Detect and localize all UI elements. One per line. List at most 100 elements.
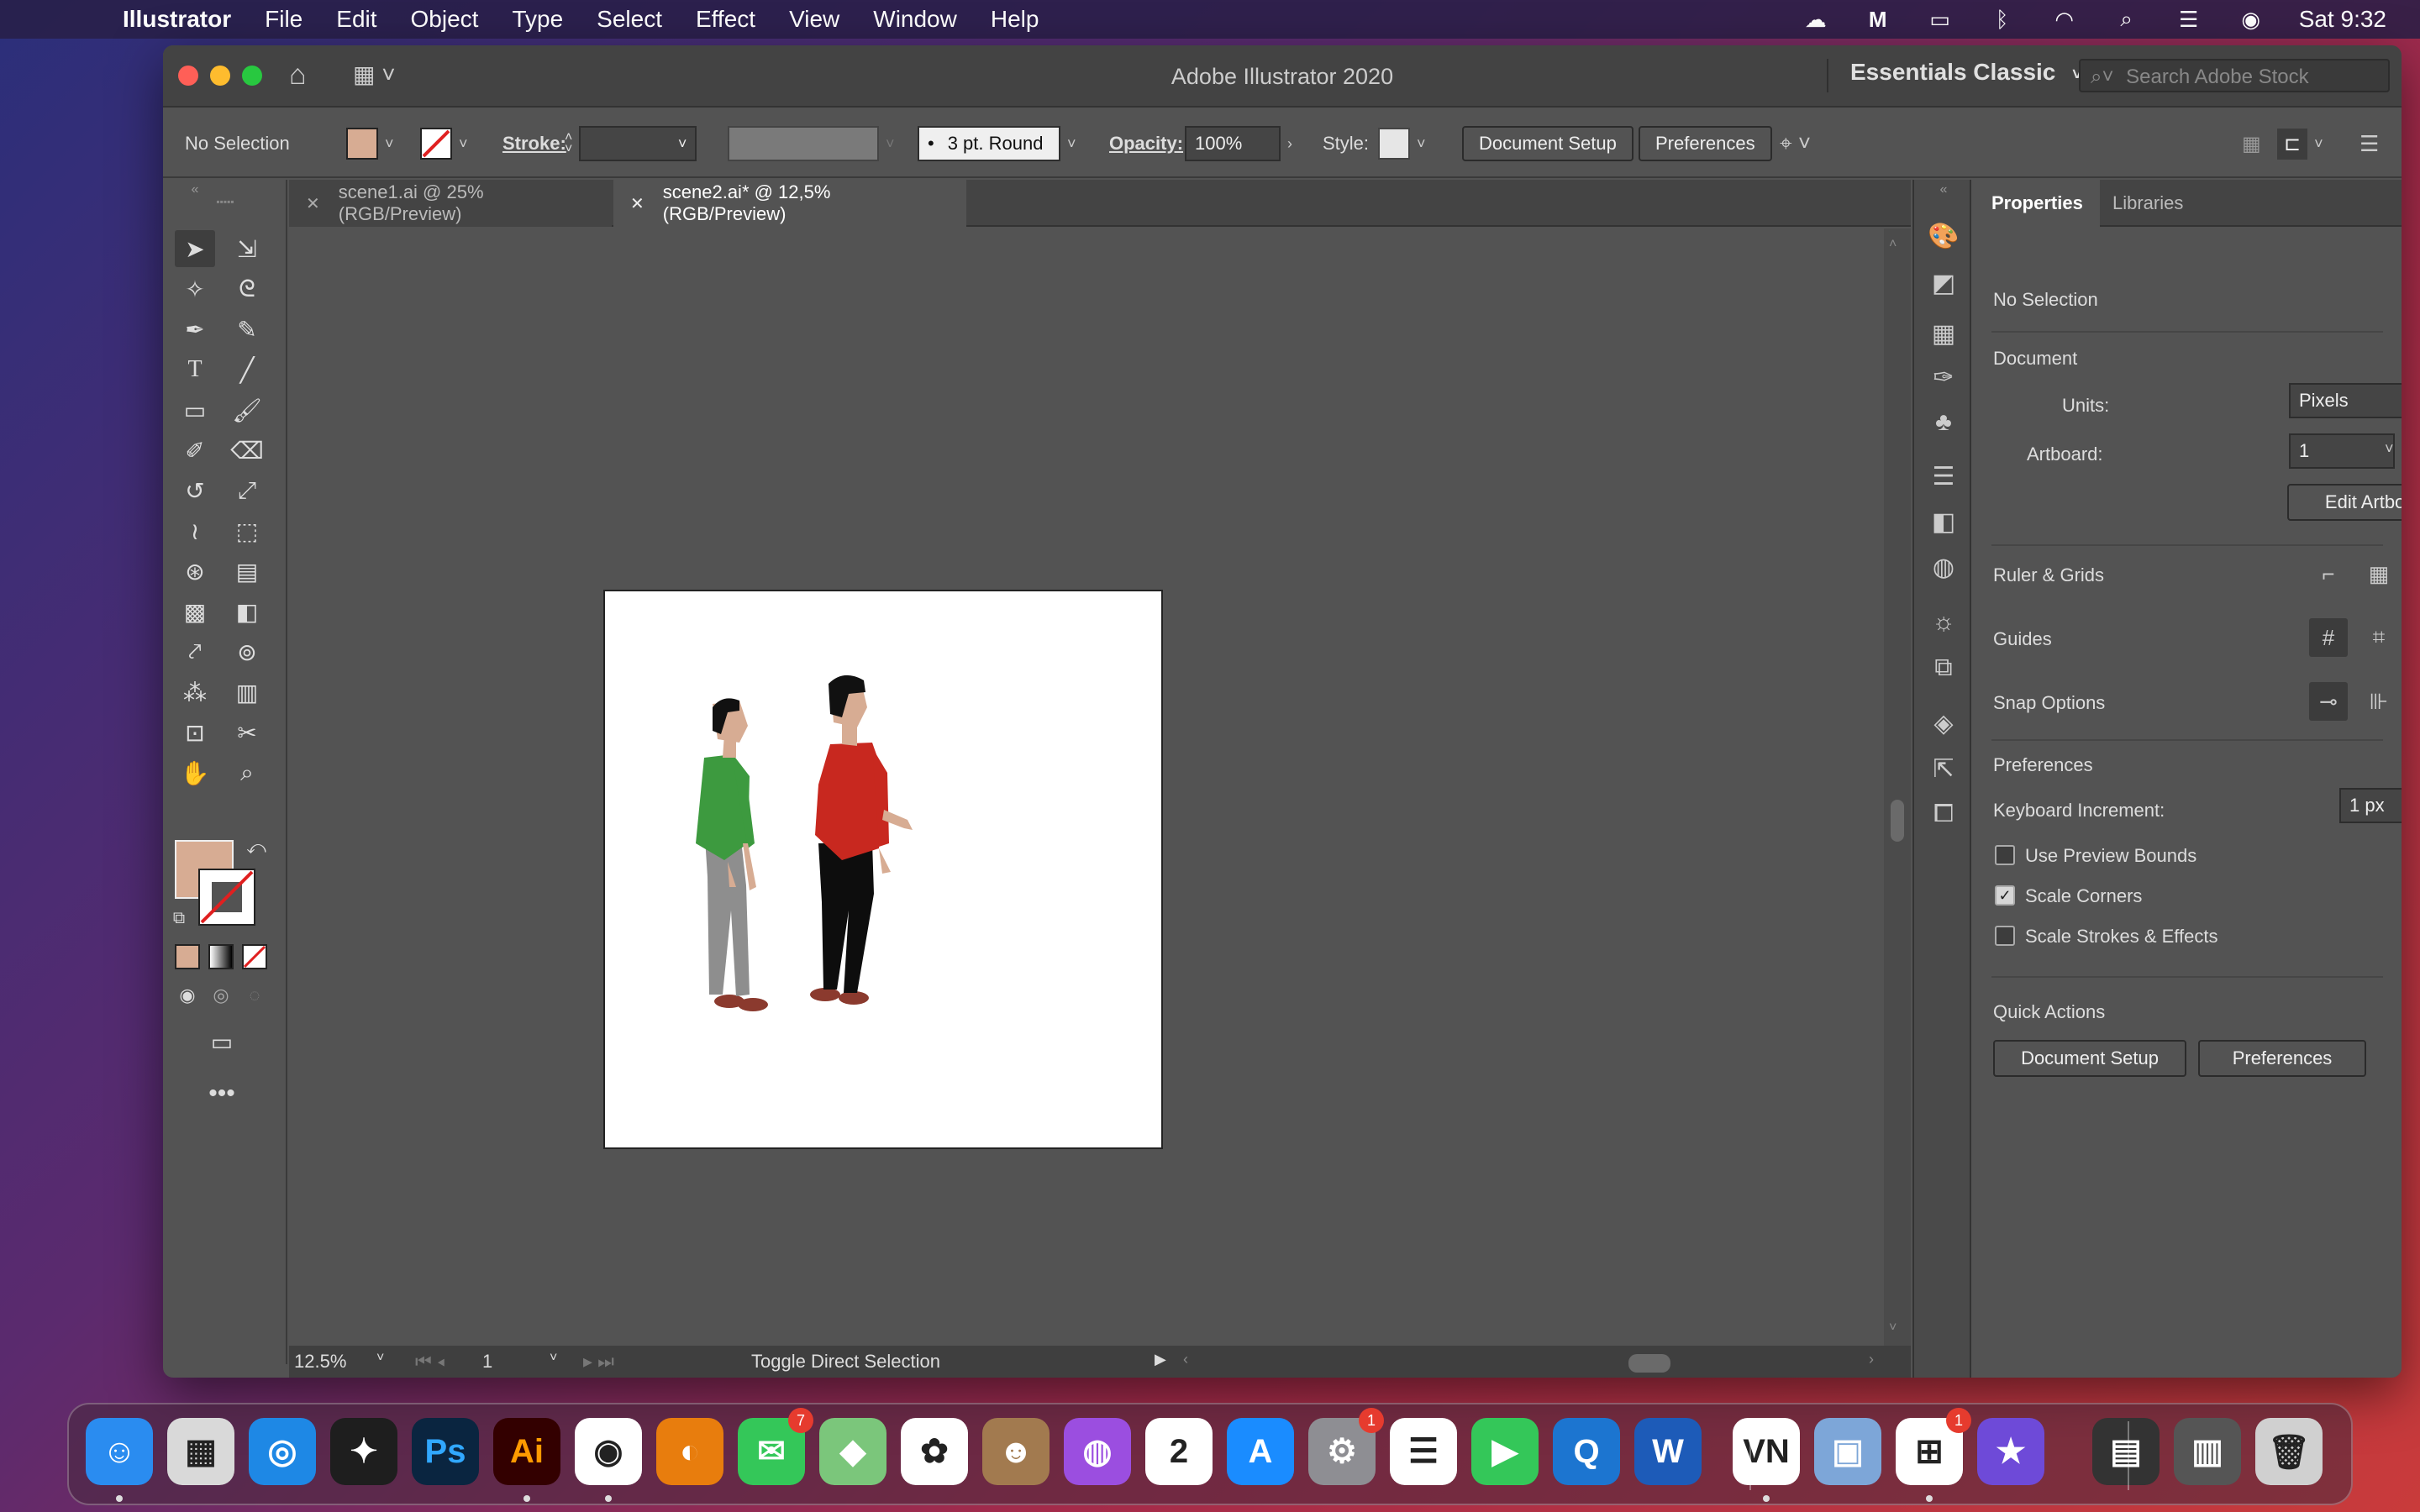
gradient-mode-icon[interactable] — [208, 944, 234, 969]
dock-blender-icon[interactable]: ◐ — [656, 1418, 723, 1485]
transparency-panel-icon[interactable]: ◍ — [1926, 549, 1961, 585]
adobe-stock-search-input[interactable]: ⌕˅ Search Adobe Stock — [2079, 59, 2390, 92]
fill-swatch[interactable] — [346, 128, 378, 160]
toolbar-grip-icon[interactable]: ▪▪▪▪▪ — [205, 196, 245, 207]
zoom-level[interactable]: 12.5% — [294, 1351, 346, 1373]
grid-icon[interactable]: ▦ — [2360, 554, 2398, 593]
scroll-left-icon[interactable]: ‹ — [1183, 1351, 1188, 1368]
menu-type[interactable]: Type — [512, 6, 563, 33]
dock-reminders-icon[interactable]: ☰ — [1390, 1418, 1457, 1485]
dock-photoshop-icon[interactable]: Ps — [412, 1418, 479, 1485]
dock-vn-icon[interactable]: VN — [1733, 1418, 1800, 1485]
symbol-sprayer-tool-icon[interactable]: ⁂ — [175, 674, 215, 711]
artboard[interactable] — [603, 590, 1163, 1149]
show-guides-icon[interactable]: # — [2309, 618, 2348, 657]
scroll-down-icon[interactable]: ˅ — [1889, 1320, 1897, 1336]
draw-inside-icon[interactable]: ◌ — [242, 981, 267, 1010]
width-tool-icon[interactable]: ≀ — [175, 512, 215, 549]
artboard-number[interactable]: 1 — [482, 1351, 550, 1373]
artboard-tool-icon[interactable]: ⊡ — [175, 714, 215, 751]
use-preview-bounds-label[interactable]: Use Preview Bounds — [2025, 845, 2196, 867]
chevron-down-icon[interactable]: ˅ — [2314, 135, 2323, 153]
default-fill-stroke-icon[interactable]: ⧉ — [166, 906, 192, 931]
quick-preferences-button[interactable]: Preferences — [2198, 1040, 2366, 1077]
draw-normal-icon[interactable]: ◉ — [175, 981, 200, 1010]
paintbrush-tool-icon[interactable]: 🖌 — [227, 391, 267, 428]
color-guide-icon[interactable]: ◩ — [1926, 265, 1961, 301]
control-center-icon[interactable]: ☰ — [2175, 7, 2203, 32]
shape-builder-tool-icon[interactable]: ⊛ — [175, 553, 215, 590]
last-artboard-icon[interactable]: ▸ ⏭ — [583, 1351, 614, 1373]
stroke-control[interactable]: ˅ — [420, 126, 468, 161]
document-setup-button[interactable]: Document Setup — [1462, 126, 1634, 161]
dock-word-icon[interactable]: W — [1634, 1418, 1702, 1485]
vertical-scroll-thumb[interactable] — [1891, 800, 1904, 842]
opacity-input[interactable]: 100% — [1185, 126, 1281, 161]
variable-width-profile[interactable]: ˅ — [728, 126, 895, 161]
hand-tool-icon[interactable]: ✋ — [175, 754, 215, 791]
brush-field[interactable]: • 3 pt. Round — [918, 126, 1060, 161]
workspace-switcher[interactable]: Essentials Classic ˅ — [1827, 59, 2082, 92]
chevron-right-icon[interactable]: › — [1287, 135, 1292, 153]
scroll-up-icon[interactable]: ˄ — [1889, 237, 1897, 252]
dock-photos-icon[interactable]: ✿ — [901, 1418, 968, 1485]
figure-green-shirt[interactable] — [696, 698, 768, 1011]
chevron-down-icon[interactable]: ˅ — [376, 1351, 384, 1366]
dock-figma-icon[interactable]: ✦ — [330, 1418, 397, 1485]
rectangle-tool-icon[interactable]: ▭ — [175, 391, 215, 428]
color-panel-icon[interactable]: 🎨 — [1926, 218, 1961, 254]
blend-tool-icon[interactable]: ⊚ — [227, 633, 267, 670]
lasso-tool-icon[interactable]: ᘓ — [227, 270, 267, 307]
magic-wand-tool-icon[interactable]: ✧ — [175, 270, 215, 307]
spotlight-search-icon[interactable]: ⌕ — [2112, 6, 2141, 31]
artboard-select[interactable]: 1 — [2289, 433, 2395, 469]
tab-scene1[interactable]: ✕ scene1.ai @ 25% (RGB/Preview) — [289, 180, 612, 227]
wifi-icon[interactable]: ◠ — [2050, 7, 2079, 32]
menu-edit[interactable]: Edit — [336, 6, 376, 33]
gradient-tool-icon[interactable]: ◧ — [227, 593, 267, 630]
stepper-icon[interactable]: ˄ ˅ — [565, 131, 572, 156]
graphic-style-swatch[interactable] — [1378, 128, 1410, 160]
status-menu-arrow-icon[interactable]: ▶ — [1155, 1351, 1166, 1368]
vertical-scrollbar[interactable]: ˄ ˅ — [1884, 228, 1911, 1378]
appearance-panel-icon[interactable]: ☼ — [1926, 605, 1961, 640]
scale-strokes-effects-label[interactable]: Scale Strokes & Effects — [2025, 926, 2217, 948]
asset-export-icon[interactable]: ⇱ — [1926, 751, 1961, 786]
horizontal-scroll-thumb[interactable] — [1628, 1354, 1670, 1373]
tab-properties[interactable]: Properties — [1975, 180, 2100, 227]
menu-window[interactable]: Window — [873, 6, 957, 33]
edit-artboards-button[interactable]: Edit Artboards — [2287, 484, 2402, 521]
rotate-tool-icon[interactable]: ↺ — [175, 472, 215, 509]
rulers-icon[interactable]: ⌐ — [2309, 554, 2348, 593]
dock-maps-icon[interactable]: ◆ — [819, 1418, 886, 1485]
chevron-down-icon[interactable]: ˅ — [550, 1351, 557, 1366]
dock-contacts-icon[interactable]: ☻ — [982, 1418, 1050, 1485]
dock-imovie-icon[interactable]: ★ — [1977, 1418, 2044, 1485]
chevron-down-icon[interactable]: ˅ — [2385, 440, 2394, 458]
stroke-weight-field[interactable]: ˄ ˅ ˅ — [565, 126, 697, 161]
line-segment-tool-icon[interactable]: ╱ — [227, 351, 267, 388]
selection-tool-icon[interactable]: ➤ — [175, 230, 215, 267]
edit-toolbar-icon[interactable]: ••• — [202, 1075, 242, 1112]
canvas-area[interactable] — [289, 228, 1882, 1378]
menu-effect[interactable]: Effect — [696, 6, 755, 33]
scale-corners-label[interactable]: Scale Corners — [2025, 885, 2142, 907]
scroll-right-icon[interactable]: › — [1869, 1351, 1874, 1368]
direct-selection-tool-icon[interactable]: ⇲ — [227, 230, 267, 267]
chevron-down-icon[interactable]: ˅ — [459, 135, 468, 153]
snap-to-point-icon[interactable]: ⊸ — [2309, 682, 2348, 721]
chevron-down-icon[interactable]: ˅ — [1067, 135, 1076, 153]
menu-help[interactable]: Help — [991, 6, 1039, 33]
menu-file[interactable]: File — [265, 6, 302, 33]
screen-mode-icon[interactable]: ▭ — [202, 1023, 242, 1060]
swatches-panel-icon[interactable]: ▦ — [1926, 316, 1961, 351]
stroke-none-swatch[interactable] — [420, 128, 452, 160]
first-artboard-icon[interactable]: ⏮ ◂ — [415, 1351, 445, 1373]
menu-object[interactable]: Object — [411, 6, 479, 33]
dock-preview-icon[interactable]: ▣ — [1814, 1418, 1881, 1485]
brushes-panel-icon[interactable]: ✑ — [1926, 360, 1961, 395]
m-app-icon[interactable]: M — [1864, 7, 1892, 32]
stroke-panel-icon[interactable]: ☰ — [1926, 459, 1961, 494]
dock-safari-icon[interactable]: ◎ — [249, 1418, 316, 1485]
style-control[interactable]: ˅ — [1378, 126, 1426, 161]
